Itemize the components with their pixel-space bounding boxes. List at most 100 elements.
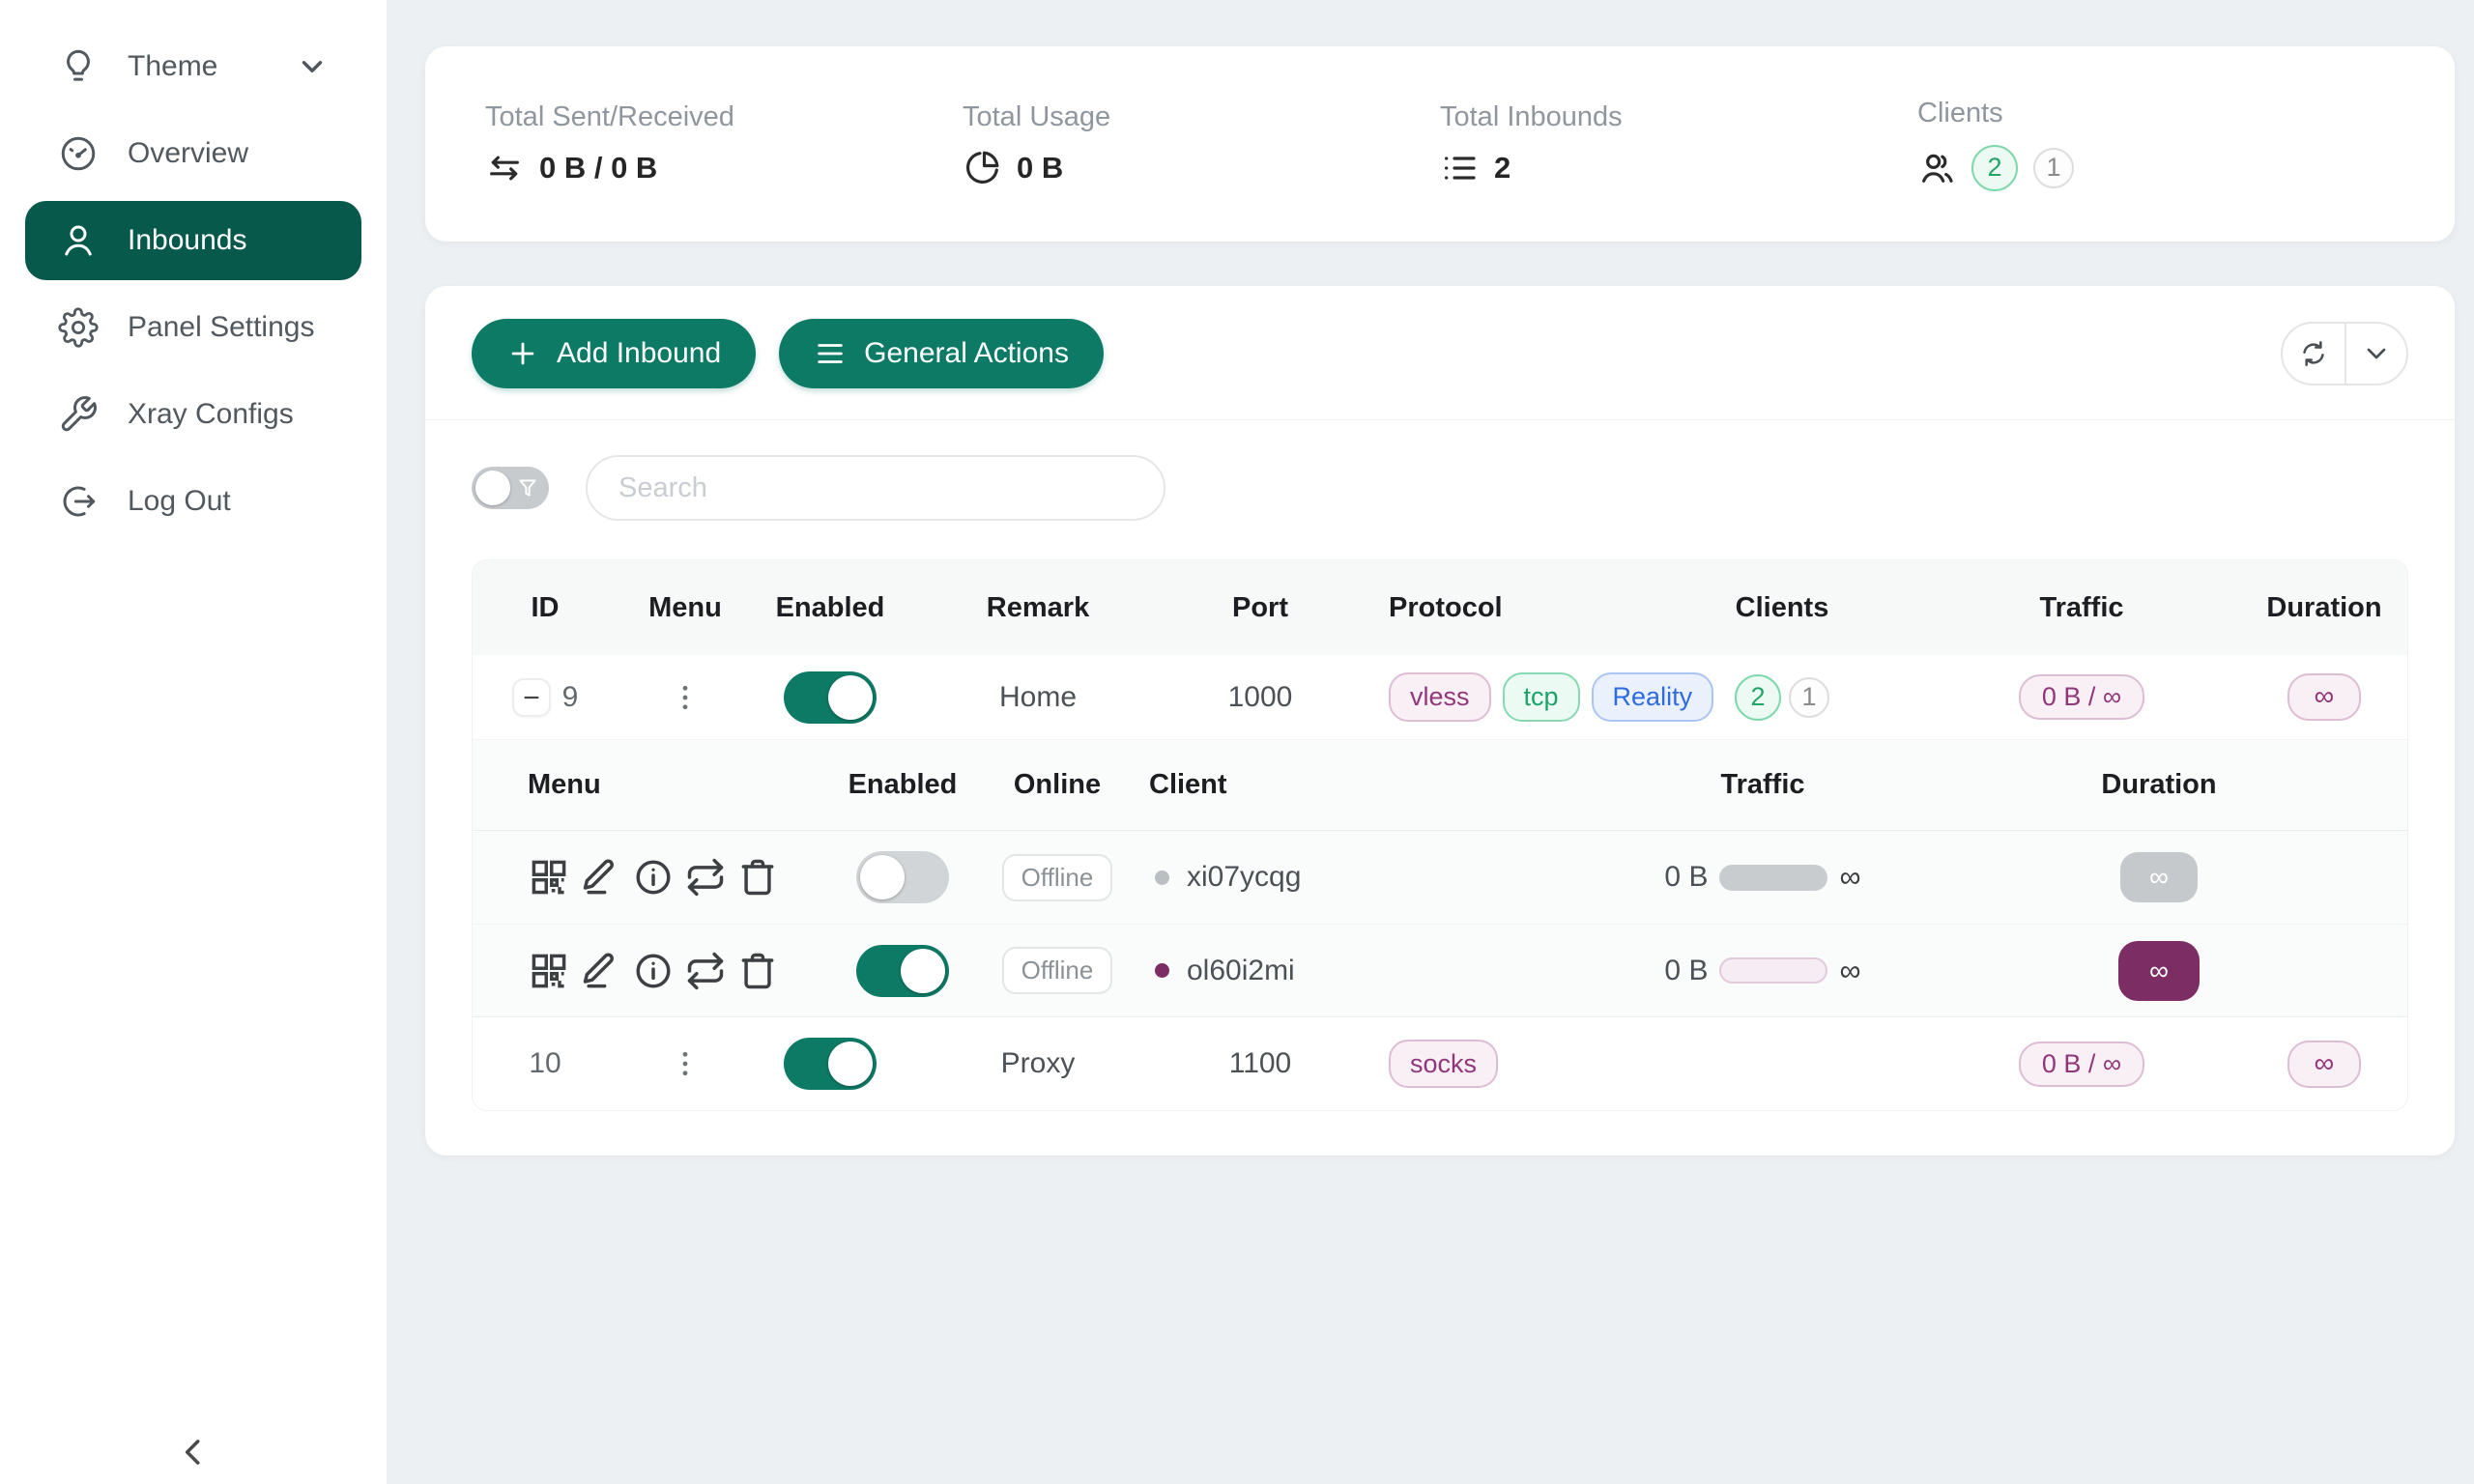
sub-header-client: Client [1149, 769, 1565, 801]
add-inbound-label: Add Inbound [557, 337, 721, 370]
refresh-button[interactable] [2283, 324, 2345, 384]
client-duration-cell: ∞ [1961, 852, 2357, 902]
sidebar-item-theme[interactable]: Theme [25, 27, 361, 106]
sidebar-item-log-out[interactable]: Log Out [25, 462, 361, 541]
repeat-icon [684, 856, 727, 899]
gear-icon [58, 307, 99, 348]
search-input[interactable] [586, 455, 1165, 521]
sidebar-item-panel-settings[interactable]: Panel Settings [25, 288, 361, 367]
online-status-badge: Offline [1002, 854, 1113, 901]
inbound-enabled-toggle[interactable] [784, 1038, 877, 1090]
edit-client-button[interactable] [580, 856, 622, 899]
stat-label: Total Sent/Received [485, 101, 963, 133]
inbound-row-9: 9 Home 1000 vles [473, 655, 2407, 740]
info-icon [632, 950, 675, 992]
traffic-cell: 0 B / ∞ [1922, 674, 2241, 720]
duration-cell: ∞ [2241, 673, 2407, 721]
hamburger-icon [814, 337, 847, 370]
client-enabled-toggle[interactable] [856, 851, 949, 903]
protocol-cell: vless tcp Reality [1352, 672, 1642, 721]
inbound-row-10: 10 Proxy 1100 so [473, 1017, 2407, 1110]
inbounds-table: ID Menu Enabled Remark Port Protocol Cli… [472, 559, 2408, 1111]
reset-traffic-button[interactable] [684, 950, 727, 992]
client-name: ol60i2mi [1187, 955, 1295, 987]
general-actions-label: General Actions [864, 337, 1069, 370]
header-protocol: Protocol [1352, 592, 1642, 624]
add-inbound-button[interactable]: Add Inbound [472, 319, 756, 388]
stats-card: Total Sent/Received 0 B / 0 B Total Usag… [425, 46, 2455, 242]
filter-toggle[interactable] [472, 467, 549, 509]
chevron-left-icon [175, 1434, 212, 1470]
traffic-progress-bar [1719, 957, 1827, 984]
row-menu-button[interactable] [668, 680, 703, 715]
enabled-cell [753, 1038, 907, 1090]
pencil-icon [580, 856, 622, 899]
sidebar-item-overview[interactable]: Overview [25, 114, 361, 193]
duration-badge: ∞ [2120, 852, 2198, 902]
sidebar-item-xray-configs[interactable]: Xray Configs [25, 375, 361, 454]
lightbulb-icon [58, 46, 99, 87]
row-menu-button[interactable] [668, 1046, 703, 1081]
sub-header-online: Online [965, 769, 1149, 801]
toggle-knob [828, 1042, 873, 1086]
protocol-tag: socks [1389, 1040, 1498, 1088]
toggle-knob [475, 471, 510, 505]
network-tag: tcp [1503, 672, 1580, 721]
delete-client-button[interactable] [736, 950, 779, 992]
sub-header-row: Menu Enabled Online Client Traffic Durat… [473, 740, 2407, 831]
sub-header-duration: Duration [1961, 769, 2357, 801]
traffic-limit: ∞ [1839, 954, 1860, 988]
stat-label: Total Inbounds [1440, 101, 1917, 133]
toolbar: Add Inbound General Actions [472, 319, 2408, 388]
qr-code-button[interactable] [528, 856, 570, 899]
sidebar-item-label: Inbounds [128, 224, 246, 257]
client-traffic-cell: 0 B ∞ [1565, 860, 1961, 895]
client-info-button[interactable] [632, 950, 675, 992]
client-menu-cell [473, 950, 840, 992]
sidebar-collapse-button[interactable] [175, 1434, 212, 1470]
toggle-knob [828, 675, 873, 720]
qr-code-button[interactable] [528, 950, 570, 992]
client-info-button[interactable] [632, 856, 675, 899]
inbound-id: 9 [562, 681, 579, 714]
enabled-cell [753, 671, 907, 724]
edit-client-button[interactable] [580, 950, 622, 992]
duration-badge: ∞ [2118, 941, 2200, 1001]
protocol-tag: vless [1389, 672, 1491, 721]
header-menu: Menu [618, 592, 753, 624]
clients-enabled-badge: 2 [1971, 145, 2018, 191]
client-menu-cell [473, 856, 840, 899]
clients-cell: 2 1 [1642, 674, 1922, 721]
client-enabled-cell [840, 851, 965, 903]
sub-header-traffic: Traffic [1565, 769, 1961, 801]
stat-label: Total Usage [963, 101, 1440, 133]
collapse-row-button[interactable] [512, 678, 551, 717]
clients-sub-section: Menu Enabled Online Client Traffic Durat… [473, 740, 2407, 1017]
dots-vertical-icon [668, 1046, 703, 1081]
toolbar-divider [425, 419, 2455, 420]
header-enabled: Enabled [753, 592, 907, 624]
delete-client-button[interactable] [736, 856, 779, 899]
trash-icon [736, 856, 779, 899]
header-clients: Clients [1642, 592, 1922, 624]
client-online-cell: Offline [965, 854, 1149, 901]
user-icon [58, 220, 99, 261]
inbound-id: 10 [529, 1047, 561, 1080]
general-actions-button[interactable]: General Actions [779, 319, 1104, 388]
inbound-enabled-toggle[interactable] [784, 671, 877, 724]
client-enabled-toggle[interactable] [856, 945, 949, 997]
header-remark: Remark [907, 592, 1168, 624]
reset-traffic-button[interactable] [684, 856, 727, 899]
table-options-button[interactable] [2345, 324, 2406, 384]
traffic-used: 0 B [1664, 955, 1708, 987]
traffic-limit: ∞ [1839, 860, 1860, 895]
traffic-badge: 0 B / ∞ [2019, 674, 2144, 720]
client-status-dot [1155, 963, 1169, 978]
client-row-ol60i2mi: Offline ol60i2mi 0 B ∞ ∞ [473, 924, 2407, 1016]
header-duration: Duration [2241, 592, 2407, 624]
sidebar-item-inbounds[interactable]: Inbounds [25, 201, 361, 280]
refresh-split-button [2281, 322, 2408, 385]
swap-arrows-icon [485, 149, 524, 187]
protocol-cell: socks [1352, 1040, 1642, 1088]
qr-code-icon [528, 950, 570, 992]
